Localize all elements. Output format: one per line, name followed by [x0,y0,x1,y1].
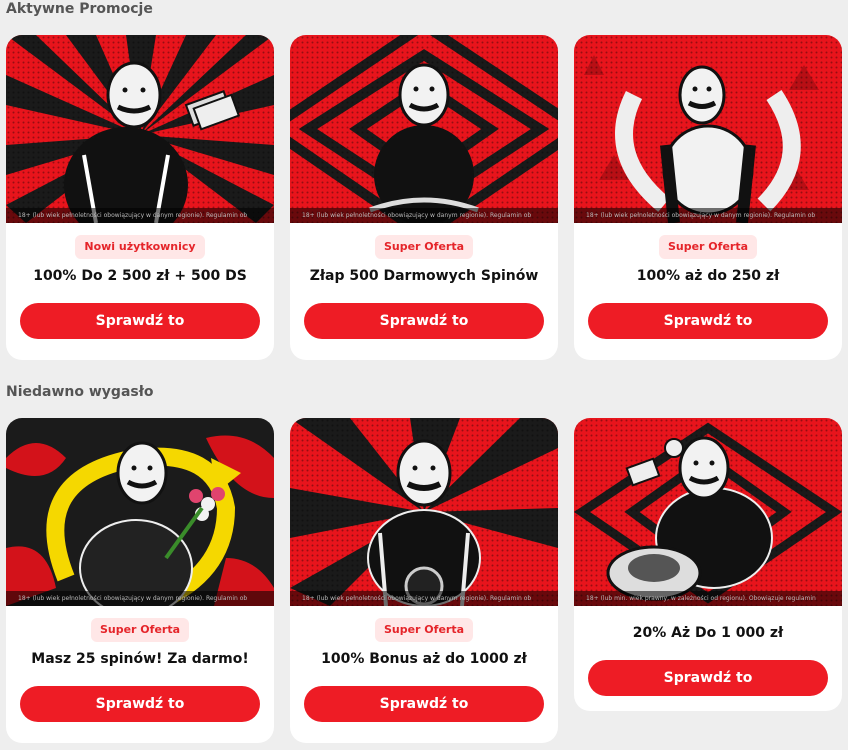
promo-title: 100% Bonus aż do 1000 zł [321,651,527,667]
promo-banner-image: 18+ (lub wiek pełnoletności obowiązujący… [290,418,558,606]
promo-card-expired-1[interactable]: 18+ (lub wiek pełnoletności obowiązujący… [6,418,274,743]
promo-title: Masz 25 spinów! Za darmo! [31,651,249,667]
promo-disclaimer: 18+ (lub wiek pełnoletności obowiązujący… [6,208,274,223]
check-it-button[interactable]: Sprawdź to [588,303,828,339]
promo-badge: Super Oferta [374,235,474,259]
section-title-active: Aktywne Promocje [6,1,153,17]
promo-card-active-2[interactable]: 18+ (lub wiek pełnoletności obowiązujący… [290,35,558,360]
promo-badge: Super Oferta [90,618,190,642]
promo-banner-image: 18+ (lub wiek pełnoletności obowiązujący… [6,35,274,223]
promo-disclaimer: 18+ (lub wiek pełnoletności obowiązujący… [574,208,842,223]
promo-disclaimer: 18+ (lub wiek pełnoletności obowiązujący… [290,208,558,223]
promo-banner-image: 18+ (lub wiek pełnoletności obowiązujący… [574,35,842,223]
promo-badge: Super Oferta [374,618,474,642]
section-title-expired: Niedawno wygasło [6,384,154,400]
promo-card-active-1[interactable]: 18+ (lub wiek pełnoletności obowiązujący… [6,35,274,360]
promo-card-active-3[interactable]: 18+ (lub wiek pełnoletności obowiązujący… [574,35,842,360]
promo-banner-image: 18+ (lub min. wiek prawny, w zależności … [574,418,842,606]
check-it-button[interactable]: Sprawdź to [304,303,544,339]
promo-disclaimer: 18+ (lub min. wiek prawny, w zależności … [574,591,842,606]
promo-disclaimer: 18+ (lub wiek pełnoletności obowiązujący… [290,591,558,606]
promo-title: 20% Aż Do 1 000 zł [632,625,784,641]
promo-badge: Super Oferta [658,235,758,259]
promo-banner-image: 18+ (lub wiek pełnoletności obowiązujący… [290,35,558,223]
promo-card-expired-3[interactable]: 18+ (lub min. wiek prawny, w zależności … [574,418,842,711]
promo-disclaimer: 18+ (lub wiek pełnoletności obowiązujący… [6,591,274,606]
promo-title: Złap 500 Darmowych Spinów [309,268,539,284]
promo-card-expired-2[interactable]: 18+ (lub wiek pełnoletności obowiązujący… [290,418,558,743]
promo-title: 100% aż do 250 zł [636,268,780,284]
check-it-button[interactable]: Sprawdź to [20,686,260,722]
promo-title: 100% Do 2 500 zł + 500 DS [33,268,247,284]
promo-banner-image: 18+ (lub wiek pełnoletności obowiązujący… [6,418,274,606]
promo-badge: Nowi użytkownicy [75,235,205,259]
check-it-button[interactable]: Sprawdź to [304,686,544,722]
check-it-button[interactable]: Sprawdź to [588,660,828,696]
check-it-button[interactable]: Sprawdź to [20,303,260,339]
